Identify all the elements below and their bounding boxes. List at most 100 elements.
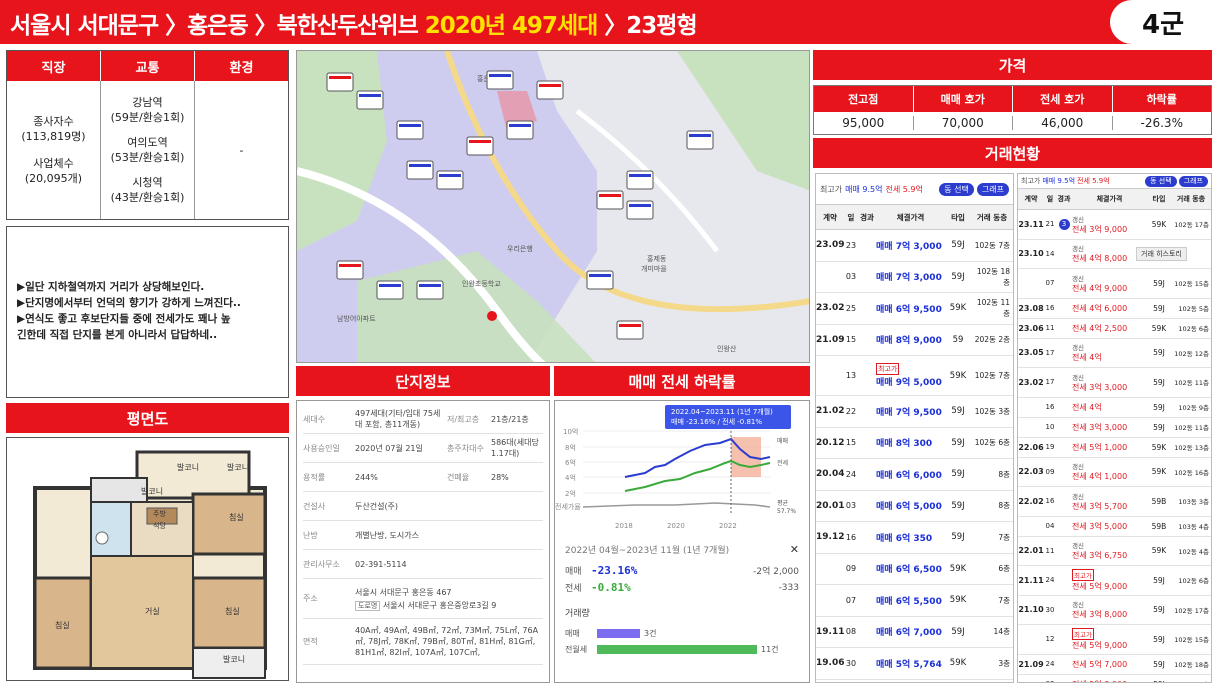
- deal-row[interactable]: 23.06 11 전세 4억 2,500 59K 102동 6층: [1018, 319, 1211, 339]
- deal-price: 매매 8억 300: [876, 439, 933, 450]
- deal-type: 59K: [1151, 467, 1167, 477]
- deal-row[interactable]: 19.11 08 매매 6억 7,000 59J 14층: [816, 617, 1013, 648]
- history-count-badge[interactable]: 3: [1058, 218, 1070, 230]
- map-pin[interactable]: [626, 170, 654, 190]
- deal-row[interactable]: 23.02 25 매매 6억 9,500 59K 102동 11층: [816, 293, 1013, 325]
- deal-row[interactable]: 09 매매 6억 6,500 59K 6층: [816, 554, 1013, 585]
- deal-day: 08: [845, 627, 857, 637]
- dong-select-button[interactable]: 동 선택: [939, 182, 974, 196]
- map-pin[interactable]: [686, 130, 714, 150]
- map-pin[interactable]: [336, 260, 364, 280]
- col-header: 타입: [951, 212, 965, 222]
- deal-row[interactable]: 12 최고가 전세 5억 9,000 59J 102동 15층: [1018, 625, 1211, 655]
- deal-row[interactable]: 22.01 11 갱신 전세 3억 6,750 59K 102동 4층: [1018, 537, 1211, 566]
- map-view[interactable]: 홍은중학교 우리은행 홍제동 개미마을 인왕초등학교 남방어아파트 인왕산: [296, 50, 810, 363]
- deal-row[interactable]: 23.09 23 매매 7억 3,000 59J 102동 7층: [816, 230, 1013, 262]
- map-pin[interactable]: [586, 270, 614, 290]
- map-pin[interactable]: [506, 120, 534, 140]
- deal-row[interactable]: 23.02 17 갱신 전세 3억 3,000 59J 102동 11층: [1018, 368, 1211, 398]
- deal-type: 59K: [1151, 323, 1167, 333]
- complex-value: 서울시 서대문구 홍은동 467: [355, 587, 452, 597]
- complex-key: 관리사무소: [303, 559, 340, 569]
- deal-type: 59J: [951, 240, 965, 251]
- deal-floor: 7층: [998, 595, 1010, 605]
- deal-row[interactable]: 04 전세 3억 5,000 59B 103동 4층: [1018, 517, 1211, 537]
- deal-row[interactable]: 21.09 24 전세 5억 7,000 59J 102동 18층: [1018, 655, 1211, 675]
- deal-row[interactable]: 07 매매 6억 5,500 59K 7층: [816, 585, 1013, 617]
- deal-row[interactable]: 21.09 15 매매 8억 9,000 59 202동 2층: [816, 325, 1013, 356]
- deal-row[interactable]: 21.02 22 매매 7억 9,500 59J 102동 3층: [816, 396, 1013, 428]
- svg-text:홍제동: 홍제동: [647, 254, 667, 263]
- jobs-cell: 종사자수 (113,819명) 사업체수 (20,095개): [7, 81, 101, 219]
- map-pin[interactable]: [326, 72, 354, 92]
- map-pin[interactable]: [416, 280, 444, 300]
- deal-floor: 102동 6층: [1178, 577, 1209, 586]
- transit-cell: 강남역 (59분/환승1회) 여의도역 (53분/환승1회) 시청역 (43분/…: [101, 81, 195, 219]
- deal-row[interactable]: 22.02 16 갱신 전세 3억 5,700 59B 103동 3층: [1018, 487, 1211, 517]
- deal-row[interactable]: 23.05 17 갱신 전세 4억 59J 102동 12층: [1018, 339, 1211, 368]
- deal-month: 22.01: [1018, 546, 1044, 556]
- map-pin[interactable]: [396, 120, 424, 140]
- col-header: 거래 동층: [976, 212, 1008, 222]
- deal-row[interactable]: 03 전세 5억 8,000 59J 102동 3층: [1018, 675, 1211, 683]
- complex-value: 서울시 서대문구 홍은중앙로3길 9: [382, 600, 497, 610]
- map-pin-bar: [489, 74, 511, 77]
- map-pin[interactable]: [356, 90, 384, 110]
- legend-sale: 매매: [777, 437, 788, 445]
- rate-close-button[interactable]: ✕: [790, 543, 799, 556]
- deal-row[interactable]: 07 갱신 전세 4억 9,000 59J 102동 15층: [1018, 269, 1211, 299]
- map-pin[interactable]: [616, 320, 644, 340]
- deal-row[interactable]: 21.11 24 최고가 전세 5억 9,000 59J 102동 6층: [1018, 566, 1211, 596]
- map-pin[interactable]: [626, 200, 654, 220]
- deal-type: 59J: [951, 437, 965, 448]
- deal-row[interactable]: 23.08 16 전세 4억 6,000 59J 102동 5층: [1018, 299, 1211, 319]
- col-header: 경과: [860, 212, 874, 222]
- deal-day: 21: [1045, 220, 1055, 229]
- deal-floor: 14층: [993, 627, 1010, 637]
- floorplan-box: 발코니 발코니 발코니 주방 식당 침실 거실 침실 침실 발코니: [6, 437, 289, 681]
- map-pin[interactable]: [436, 170, 464, 190]
- deal-row[interactable]: 22.03 09 갱신 전세 4억 1,000 59K 102동 16층: [1018, 458, 1211, 487]
- deal-row[interactable]: 20.12 15 매매 8억 300 59J 102동 6층: [816, 428, 1013, 459]
- price-drop-rate: -26.3%: [1140, 116, 1183, 130]
- dong-select-button[interactable]: 동 선택: [1145, 175, 1177, 187]
- rate-sale-amt: -2억 2,000: [753, 567, 799, 577]
- map-pin[interactable]: [486, 70, 514, 90]
- memo-line: ▶연식도 좋고 후보단지들 중에 전세가도 꽤나 높: [17, 313, 231, 325]
- deal-type: 59J: [1153, 422, 1165, 432]
- deal-price: 전세 4억: [1072, 353, 1102, 363]
- deal-day: 04: [1045, 522, 1055, 530]
- deal-row[interactable]: 13 최고가 매매 9억 5,000 59K 102동 7층: [816, 356, 1013, 396]
- graph-button[interactable]: 그래프: [1178, 175, 1208, 187]
- deal-row[interactable]: 16 전세 4억 59J 102동 9층: [1018, 398, 1211, 418]
- svg-text:인왕산: 인왕산: [717, 344, 737, 353]
- map-pin[interactable]: [466, 136, 494, 156]
- deal-day: 15: [845, 438, 857, 448]
- volume-row: 전월세 11건: [565, 641, 799, 657]
- deal-row[interactable]: 20.04 24 매매 6억 6,000 59J 8층: [816, 459, 1013, 491]
- deal-row[interactable]: 10 전세 3억 3,000 59J 102동 11층: [1018, 418, 1211, 438]
- history-tooltip-button[interactable]: 거래 히스토리: [1136, 247, 1187, 261]
- deal-row[interactable]: 22.06 19 전세 5억 1,000 59K 102동 13층: [1018, 438, 1211, 458]
- map-pin[interactable]: [536, 80, 564, 100]
- deal-day: 17: [1045, 378, 1055, 387]
- memo-box: ▶일단 지하철역까지 거리가 상당해보인다. ▶단지명에서부터 언덕의 향기가 …: [6, 226, 289, 398]
- deal-row[interactable]: 19.06 30 매매 5억 5,764 59K 3층: [816, 648, 1013, 680]
- deal-row[interactable]: 23.11 21 3 갱신 전세 3억 9,000 59K 102동 17층: [1018, 210, 1211, 240]
- deal-floor: 102동 7층: [974, 371, 1010, 380]
- deal-price: 전세 3억 5,700: [1072, 501, 1128, 511]
- map-canvas[interactable]: 홍은중학교 우리은행 홍제동 개미마을 인왕초등학교 남방어아파트 인왕산: [297, 51, 810, 363]
- deal-row[interactable]: 20.01 03 매매 6억 5,000 59J 8층: [816, 491, 1013, 522]
- complex-value: 244%: [355, 472, 378, 482]
- map-pin[interactable]: [376, 280, 404, 300]
- ytick-label: 6억: [565, 459, 576, 467]
- map-pin[interactable]: [596, 190, 624, 210]
- graph-button[interactable]: 그래프: [976, 182, 1009, 196]
- deal-row[interactable]: 21.10 30 갱신 전세 3억 8,000 59J 102동 17층: [1018, 596, 1211, 625]
- renew-tag: 갱신: [1072, 215, 1084, 224]
- deal-row[interactable]: 03 매매 7억 3,000 59J 102동 18층: [816, 262, 1013, 293]
- svg-text:남방어아파트: 남방어아파트: [337, 314, 376, 323]
- deal-row[interactable]: 19.12 16 매매 6억 350 59J 7층: [816, 522, 1013, 554]
- map-pin[interactable]: [406, 160, 434, 180]
- price-title: 가격: [813, 50, 1212, 80]
